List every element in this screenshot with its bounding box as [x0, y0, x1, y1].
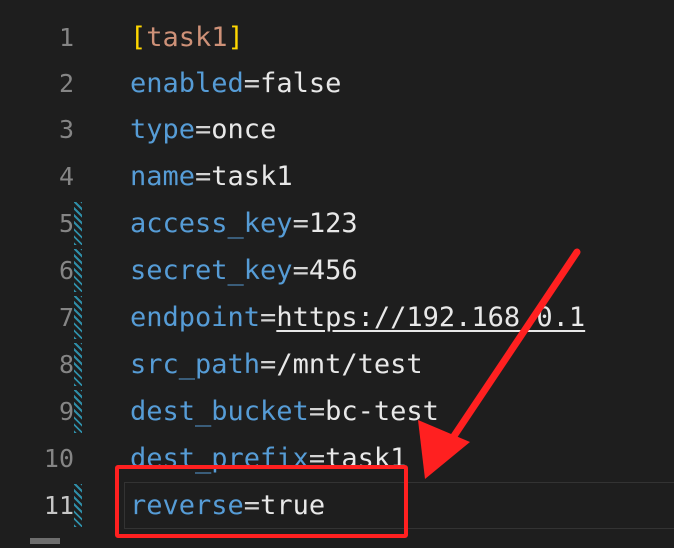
red-arrow-icon: [418, 248, 581, 479]
code-editor[interactable]: 1 [task1] 2 enabled=false 3 type=once 4 …: [0, 0, 674, 548]
arrow-shaft: [444, 248, 581, 449]
